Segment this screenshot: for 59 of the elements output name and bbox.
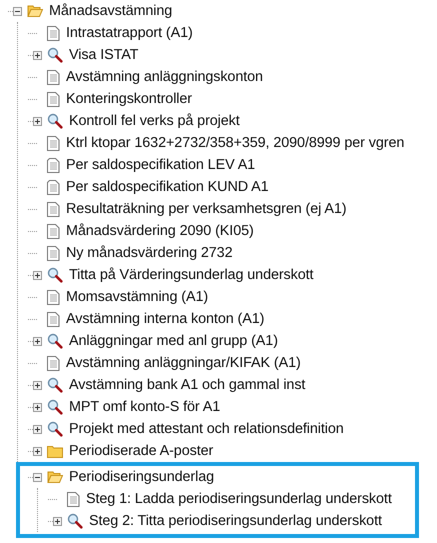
document-icon [47,246,60,260]
tree-item-label[interactable]: Steg 2: Titta periodiseringsunderlag underskott [89,513,382,529]
tree-item-label[interactable]: Periodiserade A-poster [69,443,214,459]
tree-item-label[interactable]: Visa ISTAT [69,47,138,63]
expand-icon[interactable] [33,424,42,434]
search-icon [47,113,63,129]
search-icon [47,421,63,437]
document-icon [47,158,60,172]
open-folder-icon [47,470,63,484]
document-icon [47,92,60,106]
expand-icon[interactable] [33,336,42,346]
search-icon [47,399,63,415]
expand-icon[interactable] [33,446,42,456]
tree-item-label[interactable]: Månadsavstämning [49,3,172,19]
expand-icon[interactable] [53,516,62,526]
search-icon [47,47,63,63]
document-icon [47,136,60,150]
document-icon [67,492,80,506]
search-icon [47,267,63,283]
collapse-icon[interactable] [13,6,22,16]
tree-item-label[interactable]: Resultaträkning per verksamhetsgren (ej A1) [66,201,346,217]
document-icon [47,224,60,238]
search-icon [47,333,63,349]
tree-item-label[interactable]: Avstämning bank A1 och gammal inst [69,377,306,393]
expand-icon[interactable] [33,380,42,390]
tree-item-label[interactable]: Ktrl ktopar 1632+2732/358+359, 2090/8999 per vgren [66,135,404,151]
tree-item-label[interactable]: Konteringskontroller [66,91,192,107]
tree-item-label[interactable]: Anläggningar med anl grupp (A1) [69,333,278,349]
expand-icon[interactable] [33,50,42,60]
tree-item-label[interactable]: Titta på Värderingsunderlag underskott [69,267,314,283]
tree-item-label[interactable]: Periodiseringsunderlag [69,469,214,485]
tree-item-label[interactable]: Ny månadsvärdering 2732 [66,245,232,261]
tree-item-label[interactable]: Intrastatrapport (A1) [66,25,193,41]
tree-item-label[interactable]: Steg 1: Ladda periodiseringsunderlag underskott [86,491,392,507]
document-icon [47,290,60,304]
tree-item-label[interactable]: Månadsvärdering 2090 (KI05) [66,223,254,239]
search-icon [47,377,63,393]
tree-item-label[interactable]: Avstämning anläggningskonton [66,69,263,85]
document-icon [47,202,60,216]
tree-item-label[interactable]: Per saldospecifikation KUND A1 [66,179,269,195]
folder-icon [47,444,63,458]
tree-item-label[interactable]: Projekt med attestant och relationsdefinition [69,421,344,437]
open-folder-icon [27,4,43,18]
tree-item-label[interactable]: MPT omf konto-S för A1 [69,399,220,415]
document-icon [47,356,60,370]
expand-icon[interactable] [33,402,42,412]
document-icon [47,26,60,40]
tree-item-label[interactable]: Momsavstämning (A1) [66,289,208,305]
collapse-icon[interactable] [33,472,42,482]
search-icon [67,513,83,529]
document-icon [47,180,60,194]
document-icon [47,70,60,84]
document-icon [47,312,60,326]
expand-icon[interactable] [33,270,42,280]
tree-item-label[interactable]: Per saldospecifikation LEV A1 [66,157,256,173]
tree-item-label[interactable]: Kontroll fel verks på projekt [69,113,240,129]
expand-icon[interactable] [33,116,42,126]
tree-item-label[interactable]: Avstämning anläggningar/KIFAK (A1) [66,355,301,371]
tree-item-label[interactable]: Avstämning interna konton (A1) [66,311,264,327]
